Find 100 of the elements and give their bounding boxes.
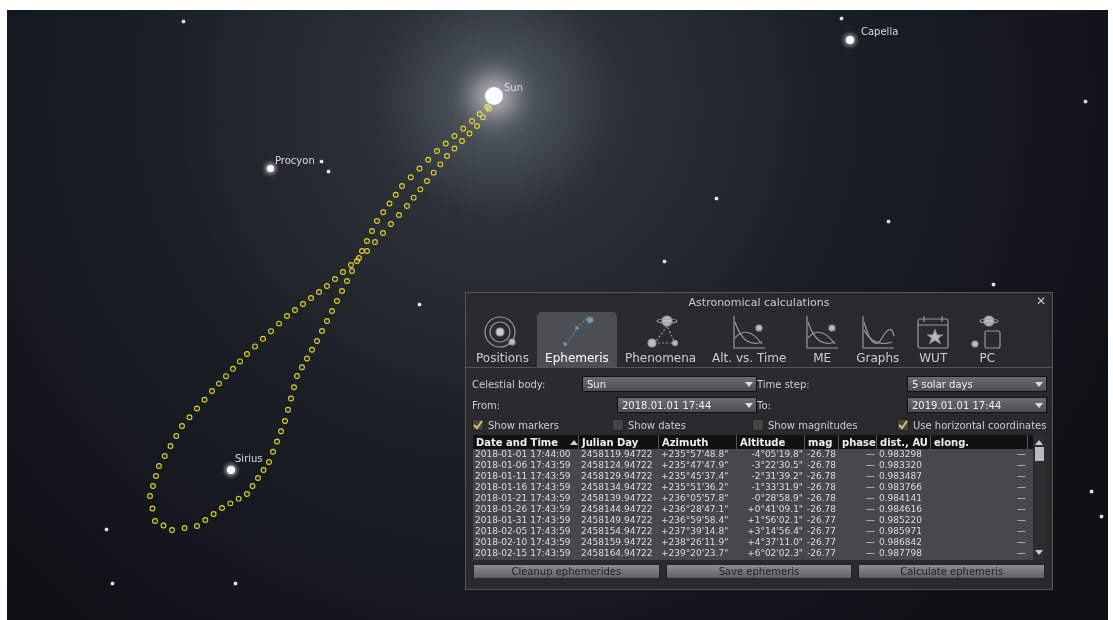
date-field[interactable]: 2018.01.01 17:44 (617, 397, 757, 413)
tab[interactable]: ME (796, 312, 849, 367)
table-cell-text: 2458159.94722 (580, 537, 654, 548)
table-cell-text: +236°28'47.1" (660, 504, 730, 515)
table-cell-text: 0.983298 (878, 449, 923, 460)
table-cell-text: 2018-01-01 17:44:00 (474, 449, 572, 460)
table-cell-text: 2018-01-21 17:43:59 (474, 493, 572, 504)
marker-icon (416, 165, 423, 172)
table-cell-text: — (865, 526, 876, 537)
marker-icon (268, 328, 274, 335)
checkbox[interactable]: Show markers (472, 419, 612, 431)
scroll-up-icon[interactable] (1035, 439, 1043, 445)
action-button[interactable]: Cleanup ephemerides (473, 564, 660, 579)
column-header[interactable]: Altitude (737, 435, 805, 449)
table-cell-text: +3°14'56.4" (746, 526, 804, 537)
marker-icon (149, 505, 156, 512)
scrollbar[interactable] (1033, 435, 1045, 560)
tab[interactable]: PC (961, 312, 1014, 367)
marker-icon (288, 395, 294, 402)
marker-icon (169, 527, 175, 533)
marker-icon (380, 230, 386, 236)
table-cell-text: 2018-01-11 17:43:59 (474, 471, 572, 482)
checkbox[interactable]: Use horizontal coordinates (897, 419, 1047, 431)
table-cell-text: -26.77 (806, 548, 837, 559)
field-label: Celestial body: (472, 378, 547, 390)
table-cell-text: 2458154.94722 (580, 526, 654, 537)
dropdown[interactable]: Sun (582, 376, 757, 392)
table-cell-text: 2458129.94722 (580, 471, 654, 482)
sun-icon (485, 87, 503, 105)
checkbox[interactable]: Show dates (612, 419, 752, 431)
marker-icon (372, 239, 378, 245)
sun-label: Sun (504, 82, 524, 93)
column-header[interactable]: mag (805, 435, 839, 449)
marker-icon (160, 522, 167, 529)
marker-icon (244, 491, 250, 497)
table-cell-text: +4°37'11.0" (746, 537, 804, 548)
dropdown[interactable]: 5 solar days (907, 376, 1047, 392)
marker-icon (324, 283, 330, 289)
column-header[interactable]: elong. (931, 435, 1028, 449)
table-cell-text: +239°20'23.7" (660, 548, 730, 559)
column-header[interactable]: Date and Time (473, 435, 579, 449)
table-cell-text: 2018-01-26 17:43:59 (474, 504, 572, 515)
marker-icon (332, 276, 338, 282)
checkbox[interactable]: Show magnitudes (752, 419, 897, 431)
table-cell-text: — (1016, 515, 1027, 526)
marker-icon (194, 405, 200, 412)
marker-icon (404, 203, 410, 209)
marker-icon (194, 523, 200, 529)
scrollbar-thumb[interactable] (1034, 447, 1044, 461)
marker-icon (260, 335, 266, 342)
marker-icon (399, 183, 405, 189)
marker-icon (276, 320, 282, 327)
tab[interactable]: Graphs (850, 312, 906, 367)
table-cell-text: +6°02'02.3" (746, 548, 804, 559)
table-cell-text: — (1016, 537, 1027, 548)
table-cell-text: 0.984141 (878, 493, 923, 504)
marker-icon (407, 174, 414, 181)
table-cell-text: +236°59'58.4" (660, 515, 730, 526)
tab[interactable]: Ephemeris (537, 312, 617, 367)
scroll-down-icon[interactable] (1035, 550, 1043, 556)
table-cell-text: -2°31'39.2" (750, 471, 804, 482)
table-cell-text: 2018-02-05 17:43:59 (474, 526, 572, 537)
column-header[interactable]: Azimuth (659, 435, 737, 449)
table-cell-text: -3°22'30.5" (750, 460, 804, 471)
table-cell-text: — (1016, 482, 1027, 493)
tab[interactable]: Phenomena (619, 312, 703, 367)
table-cell-text: — (865, 537, 876, 548)
table-cell-text: 2018-01-31 17:43:59 (474, 515, 572, 526)
table-cell-text: -26.77 (806, 515, 837, 526)
marker-icon (282, 418, 288, 424)
tab[interactable]: WUT (907, 312, 960, 367)
field-label: Time step: (757, 378, 811, 390)
table-cell-text: — (865, 449, 876, 460)
marker-icon (339, 288, 345, 294)
marker-icon (344, 278, 350, 284)
tab[interactable]: Alt. vs. Time (704, 312, 795, 367)
marker-icon (364, 238, 370, 244)
table-cell-text: 0.986842 (878, 537, 923, 548)
column-header[interactable]: Julian Day (579, 435, 659, 449)
table-cell-text: -26.78 (806, 471, 837, 482)
table-cell-text: 0.984616 (878, 504, 923, 515)
marker-icon (392, 191, 399, 198)
date-field[interactable]: 2019.01.01 17:44 (907, 397, 1047, 413)
table-cell-text: +235°57'48.8" (660, 449, 730, 460)
table-cell-text: 2018-02-10 17:43:59 (474, 537, 572, 548)
action-button[interactable]: Calculate ephemeris (858, 564, 1045, 579)
tab[interactable]: Positions (470, 312, 535, 367)
marker-icon (340, 269, 346, 275)
column-header[interactable]: phase (839, 435, 877, 449)
action-button[interactable]: Save ephemeris (665, 564, 853, 579)
column-header[interactable]: dist., AU (877, 435, 931, 449)
marker-icon (386, 200, 393, 207)
marker-icon (274, 438, 280, 445)
close-button[interactable]: ✕ (1034, 294, 1048, 308)
marker-icon (314, 338, 320, 344)
table-cell-text: — (865, 548, 876, 559)
marker-icon (260, 467, 267, 473)
table-cell-text: — (1016, 460, 1027, 471)
marker-icon (266, 459, 272, 465)
table-cell-text: 2018-02-15 17:43:59 (474, 548, 572, 559)
